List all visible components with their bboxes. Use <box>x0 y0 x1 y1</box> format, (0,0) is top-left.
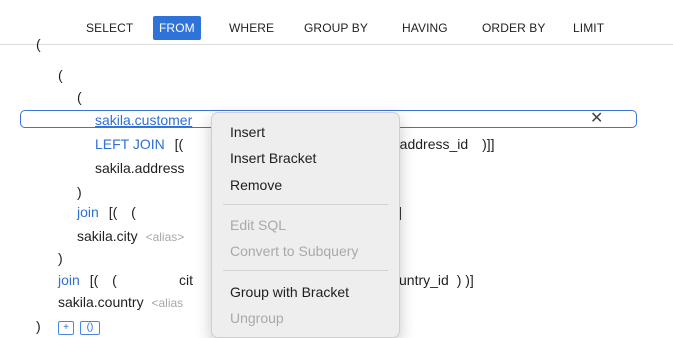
menu-item-convert-subquery: Convert to Subquery <box>230 243 359 259</box>
paren-close-inner[interactable]: ) <box>77 183 82 201</box>
menu-item-edit-sql: Edit SQL <box>230 217 287 233</box>
join-keyword-country[interactable]: join <box>58 272 80 288</box>
condition-address-id: a.address_id <box>388 136 469 152</box>
table-city[interactable]: sakila.city <box>77 228 138 244</box>
clause-tab-bar: SELECT FROM WHERE GROUP BY HAVING ORDER … <box>0 0 673 45</box>
tab-order-by[interactable]: ORDER BY <box>476 16 551 40</box>
add-button[interactable]: + <box>58 321 74 335</box>
city-partial[interactable]: cit <box>179 271 193 289</box>
table-customer[interactable]: sakila.customer <box>95 111 192 129</box>
menu-item-ungroup: Ungroup <box>230 310 284 326</box>
tab-select[interactable]: SELECT <box>80 16 139 40</box>
paren-open-outer[interactable]: ( <box>58 66 63 84</box>
join-country-line: join [( ( <box>58 271 117 289</box>
table-city-line: sakila.city <alias> <box>77 227 184 246</box>
paren-close-bottom[interactable]: ) <box>36 317 41 335</box>
close-icon[interactable]: ✕ <box>590 108 603 128</box>
condition-country-close: ) )] <box>456 272 474 288</box>
join-country-paren[interactable]: ( <box>112 272 117 288</box>
alias-placeholder-country[interactable]: <alias <box>151 296 183 310</box>
join-condition-country[interactable]: untry_id ) )] <box>399 271 474 289</box>
menu-item-remove[interactable]: Remove <box>230 176 282 194</box>
menu-item-insert[interactable]: Insert <box>230 123 265 141</box>
join-keyword-city[interactable]: join <box>77 204 99 220</box>
alias-placeholder-city[interactable]: <alias> <box>146 230 185 244</box>
join-city-paren[interactable]: ( <box>131 204 136 220</box>
paren-open-inner[interactable]: ( <box>77 88 82 106</box>
tab-group-by[interactable]: GROUP BY <box>298 16 374 40</box>
paren-open-top[interactable]: ( <box>36 35 41 53</box>
paren-close-outer[interactable]: ) <box>58 249 63 267</box>
tab-from[interactable]: FROM <box>153 16 201 40</box>
tab-having[interactable]: HAVING <box>396 16 454 40</box>
menu-item-group-bracket[interactable]: Group with Bracket <box>230 283 349 301</box>
context-menu: Insert Insert Bracket Remove Edit SQL Co… <box>211 112 400 338</box>
tab-limit[interactable]: LIMIT <box>567 16 610 40</box>
join-bracket-open[interactable]: [( <box>175 136 184 152</box>
left-join-keyword[interactable]: LEFT JOIN <box>95 136 165 152</box>
table-country[interactable]: sakila.country <box>58 294 144 310</box>
left-join-line: LEFT JOIN [( <box>95 135 183 153</box>
table-address[interactable]: sakila.address <box>95 159 185 177</box>
join-city-line: join [( ( <box>77 203 136 221</box>
add-bracket-button[interactable]: () <box>80 321 100 335</box>
table-country-line: sakila.country <alias <box>58 293 183 312</box>
join-country-bracket[interactable]: [( <box>90 272 99 288</box>
condition-country-id: untry_id <box>399 272 449 288</box>
tab-where[interactable]: WHERE <box>223 16 280 40</box>
condition-address-close: )]] <box>482 136 495 152</box>
menu-separator <box>223 270 388 271</box>
join-condition-address[interactable]: a.address_id )]] <box>388 135 495 153</box>
menu-separator <box>223 204 388 205</box>
menu-item-insert-bracket[interactable]: Insert Bracket <box>230 149 316 167</box>
join-city-bracket[interactable]: [( <box>109 204 118 220</box>
